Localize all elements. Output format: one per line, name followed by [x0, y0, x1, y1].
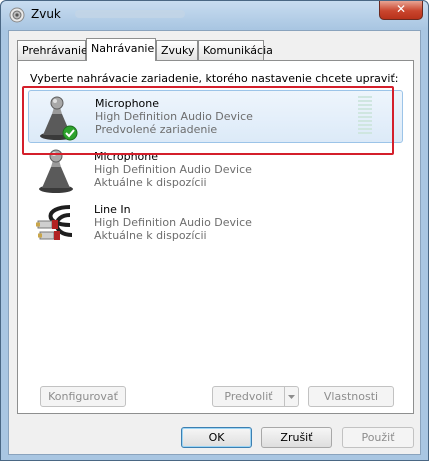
recording-tab-panel: Vyberte nahrávacie zariadenie, ktorého n…	[17, 60, 414, 414]
instruction-text: Vyberte nahrávacie zariadenie, ktorého n…	[30, 72, 399, 85]
tab-prehravanie[interactable]: Prehrávanie	[17, 40, 88, 60]
device-item-microphone-default[interactable]: Microphone High Definition Audio Device …	[28, 90, 403, 143]
device-item-line-in[interactable]: Line In High Definition Audio Device Akt…	[28, 197, 403, 250]
device-item-microphone[interactable]: Microphone High Definition Audio Device …	[28, 144, 403, 197]
set-default-label: Predvoliť	[224, 390, 273, 403]
microphone-icon	[39, 149, 73, 193]
speaker-icon	[9, 7, 25, 23]
configure-button[interactable]: Konfigurovať	[40, 386, 126, 407]
apply-button[interactable]: Použiť	[342, 427, 414, 448]
device-status: Aktuálne k dispozícii	[94, 229, 207, 242]
device-subtitle: High Definition Audio Device	[94, 216, 252, 229]
title-bar[interactable]: Zvuk ✕	[1, 1, 428, 29]
properties-button[interactable]: Vlastnosti	[308, 386, 394, 407]
cancel-button[interactable]: Zrušiť	[261, 427, 332, 448]
tab-nahravanie[interactable]: Nahrávanie	[86, 38, 156, 61]
level-meter	[358, 96, 372, 137]
blurred-title-region	[75, 10, 185, 18]
device-subtitle: High Definition Audio Device	[95, 110, 253, 123]
device-subtitle: High Definition Audio Device	[94, 163, 252, 176]
close-button[interactable]: ✕	[379, 1, 423, 20]
sound-dialog-window: Zvuk ✕ Prehrávanie Nahrávanie Zvuky Komu…	[0, 0, 429, 461]
device-name: Line In	[94, 203, 131, 216]
device-name: Microphone	[94, 150, 159, 163]
ok-button[interactable]: OK	[181, 427, 252, 448]
chevron-down-icon[interactable]	[284, 387, 298, 406]
microphone-default-icon	[40, 96, 78, 141]
device-list[interactable]: Microphone High Definition Audio Device …	[28, 90, 403, 372]
device-status: Aktuálne k dispozícii	[94, 176, 207, 189]
device-name: Microphone	[95, 97, 160, 110]
tab-komunikacia[interactable]: Komunikácia	[198, 40, 273, 60]
dialog-client-area: Prehrávanie Nahrávanie Zvuky Komunikácia…	[8, 30, 421, 455]
window-title: Zvuk	[31, 7, 61, 21]
rca-cable-icon	[36, 205, 73, 240]
set-default-button[interactable]: Predvoliť	[212, 386, 299, 407]
tab-zvuky[interactable]: Zvuky	[156, 40, 198, 60]
device-status: Predvolené zariadenie	[95, 123, 218, 136]
